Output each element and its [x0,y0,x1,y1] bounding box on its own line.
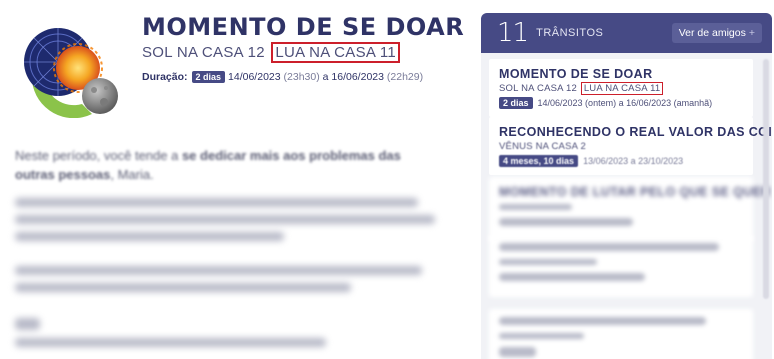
transit-list-item[interactable] [489,309,753,359]
plus-icon: + [748,27,755,39]
date-separator: a [322,71,329,83]
transit-subtitle: SOL NA CASA 12 LUA NA CASA 11 [142,42,400,63]
item-dates: 13/06/2023 a 23/10/2023 [583,156,684,166]
panel-header: 11 TRÂNSITOS Ver de amigos + [481,13,772,53]
transit-item-subtitle: SOL NA CASA 12 LUA NA CASA 11 [499,82,743,95]
transit-item-meta: 2 dias 14/06/2023 (ontem) a 16/06/2023 (a… [499,97,743,109]
panel-scrollbar[interactable] [763,59,769,299]
transit-item-subtitle: VÊNUS NA CASA 2 [499,141,586,152]
subtitle-planet-2-highlighted: LUA NA CASA 11 [271,42,400,63]
transit-item-title: MOMENTO DE SE DOAR [499,67,653,81]
view-friends-button[interactable]: Ver de amigos + [671,23,762,43]
page-title: MOMENTO DE SE DOAR [142,13,465,41]
item-dates: 14/06/2023 (ontem) a 16/06/2023 (amanhã) [537,98,713,108]
intro-prefix: Neste período, você tende a [15,148,182,163]
start-date: 14/06/2023 [228,71,281,83]
item-duration-badge: 4 meses, 10 dias [499,155,579,167]
intro-suffix: , Maria. [110,167,154,182]
transit-list-item[interactable]: MOMENTO DE LUTAR PELO QUE SE QUER [489,177,771,242]
item-duration-badge: 2 dias [499,97,533,109]
duration-badge: 2 dias [191,71,226,83]
blurred-paragraph-2 [15,266,435,300]
item-sub-planet-2-highlighted: LUA NA CASA 11 [580,82,664,95]
blurred-paragraph-1 [15,198,435,249]
subtitle-planet-1: SOL NA CASA 12 [142,44,265,61]
transit-item-title: MOMENTO DE LUTAR PELO QUE SE QUER [499,185,771,199]
transit-list-item[interactable]: RECONHECENDO O REAL VALOR DAS COISAS VÊN… [489,117,772,175]
zodiac-sun-moon-icon [24,28,118,118]
transit-item-title: RECONHECENDO O REAL VALOR DAS COISAS [499,125,772,139]
transit-list-item[interactable] [489,235,753,297]
transit-item-meta: 4 meses, 10 dias 13/06/2023 a 23/10/2023 [499,155,743,167]
transit-count: 11 [497,18,529,48]
start-time: (23h30) [283,71,320,83]
panel-label: TRÂNSITOS [536,27,604,39]
transits-panel: 11 TRÂNSITOS Ver de amigos + MOMENTO DE S… [481,13,772,359]
duration-label: Duração: [142,71,188,83]
intro-paragraph: Neste período, você tende a se dedicar m… [15,146,435,184]
end-date: 16/06/2023 [331,71,384,83]
blurred-paragraph-3 [15,318,435,355]
view-friends-label: Ver de amigos [678,27,746,39]
transit-list-item-active[interactable]: MOMENTO DE SE DOAR SOL NA CASA 12 LUA NA… [489,59,753,117]
transit-detail: MOMENTO DE SE DOAR SOL NA CASA 12 LUA NA… [0,0,470,359]
item-sub-planet-1: SOL NA CASA 12 [499,83,577,94]
duration-row: Duração: 2 dias 14/06/2023 (23h30) a 16/06… [142,71,423,83]
end-time: (22h29) [386,71,424,83]
